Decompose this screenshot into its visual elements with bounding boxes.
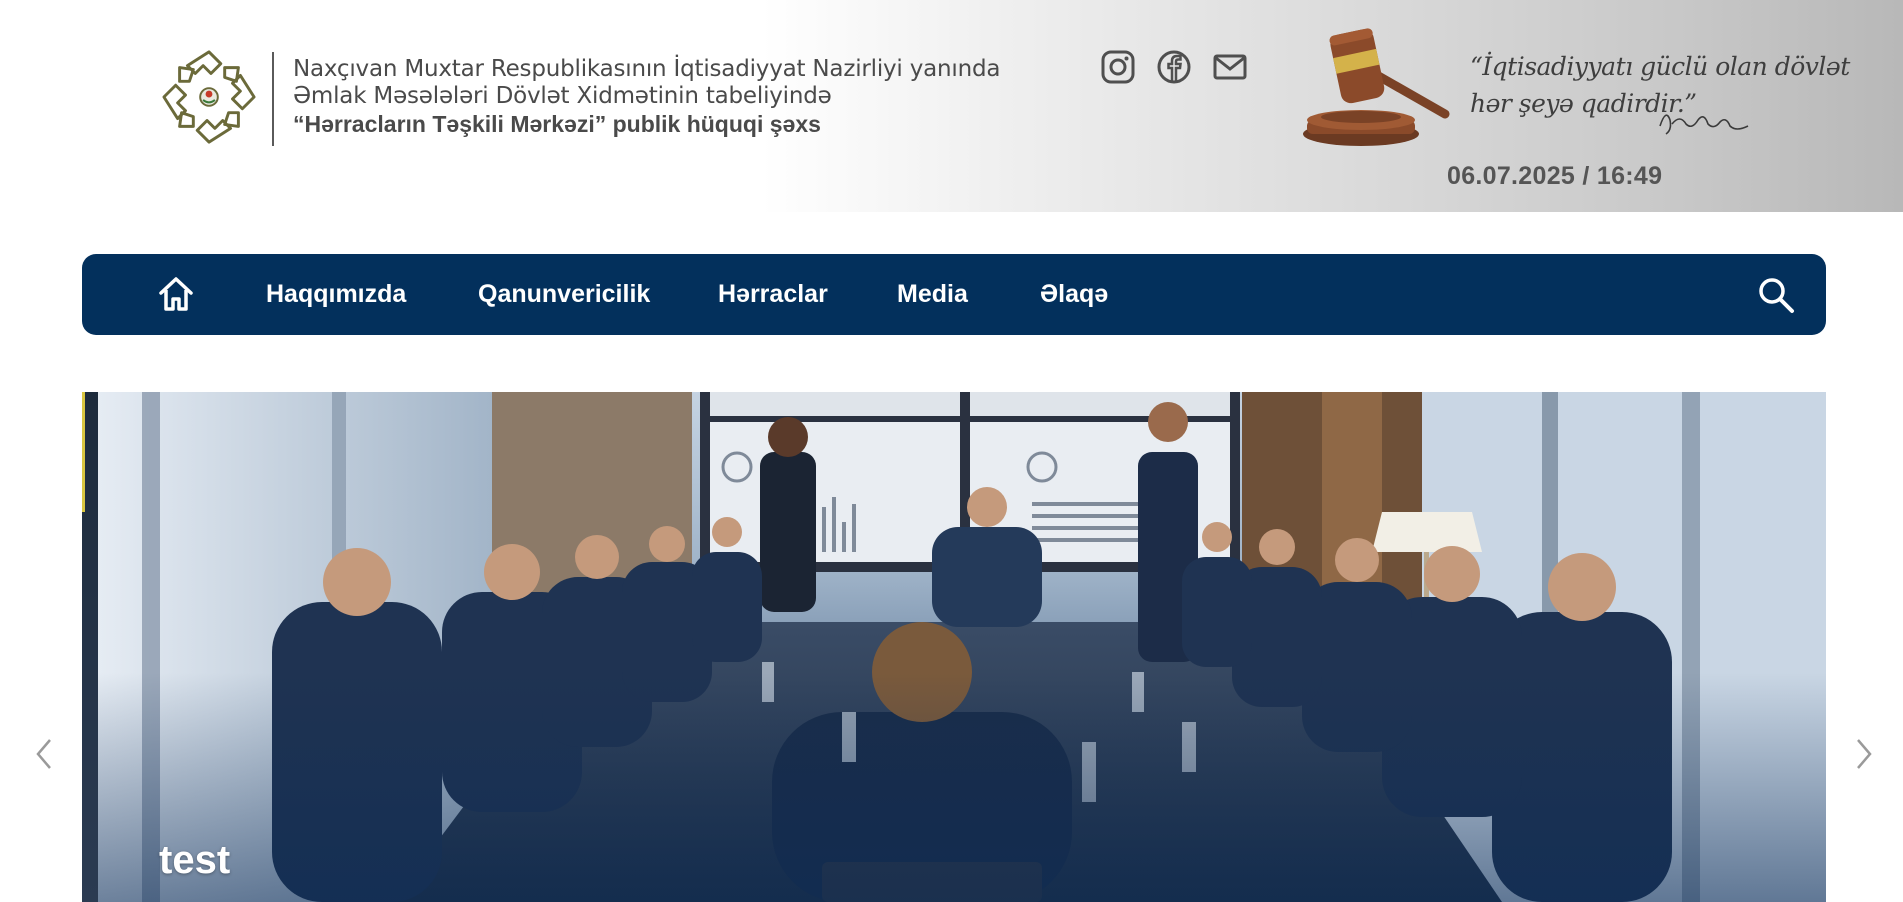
search-icon bbox=[1759, 278, 1794, 313]
org-line-3: “Hərracların Təşkili Mərkəzi” publik hüq… bbox=[293, 111, 821, 137]
quote-line-1: “İqtisadiyyatı güclü olan dövlət bbox=[1470, 52, 1850, 81]
slide-caption[interactable]: test bbox=[159, 838, 230, 883]
org-line-2: Əmlak Məsələləri Dövlət Xidmətinin tabel… bbox=[293, 83, 832, 109]
site-header: Naxçıvan Muxtar Respublikasının İqtisadi… bbox=[0, 0, 1903, 212]
main-navigation: Haqqımızda Qanunvericilik Hərraclar Medi… bbox=[82, 254, 1826, 335]
slide-edge bbox=[82, 392, 98, 902]
facebook-link[interactable] bbox=[1155, 48, 1193, 86]
nav-item-qanunvericilik[interactable]: Qanunvericilik bbox=[478, 254, 650, 335]
slider-next-button[interactable] bbox=[1852, 736, 1876, 772]
facebook-icon bbox=[1157, 50, 1191, 84]
emblem-logo-icon[interactable] bbox=[160, 48, 258, 146]
hero-slider[interactable]: test bbox=[82, 392, 1826, 902]
gavel-icon bbox=[1303, 24, 1453, 150]
mail-link[interactable] bbox=[1211, 48, 1249, 86]
signature-icon bbox=[1656, 100, 1752, 140]
nav-item-haqqimizda[interactable]: Haqqımızda bbox=[266, 254, 406, 335]
mail-icon bbox=[1213, 54, 1247, 80]
nav-item-herraclar[interactable]: Hərraclar bbox=[718, 254, 828, 335]
slide-image bbox=[82, 392, 1826, 902]
chevron-left-icon bbox=[36, 739, 51, 769]
home-icon bbox=[159, 277, 193, 311]
home-button[interactable] bbox=[156, 274, 196, 314]
organization-name: Naxçıvan Muxtar Respublikasının İqtisadi… bbox=[293, 56, 1000, 138]
org-line-1: Naxçıvan Muxtar Respublikasının İqtisadi… bbox=[293, 56, 1001, 82]
nav-item-media[interactable]: Media bbox=[897, 254, 968, 335]
chevron-right-icon bbox=[1857, 739, 1872, 769]
logo-divider bbox=[272, 52, 274, 146]
current-datetime: 06.07.2025 / 16:49 bbox=[1447, 162, 1663, 190]
slider-prev-button[interactable] bbox=[32, 736, 56, 772]
search-button[interactable] bbox=[1756, 275, 1796, 315]
nav-item-elaqe[interactable]: Əlaqə bbox=[1040, 254, 1108, 335]
instagram-icon bbox=[1101, 50, 1135, 84]
instagram-link[interactable] bbox=[1099, 48, 1137, 86]
